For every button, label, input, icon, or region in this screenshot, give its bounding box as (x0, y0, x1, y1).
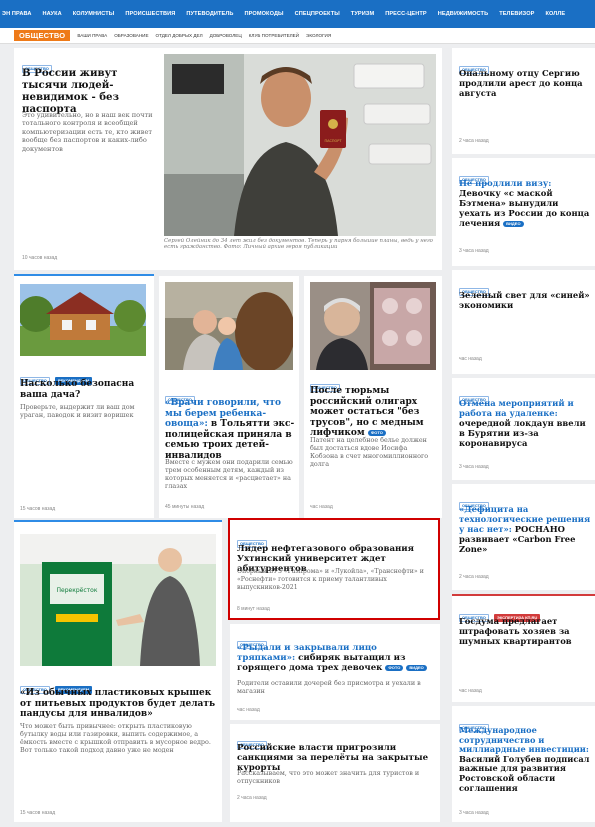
timestamp: час назад (459, 688, 482, 694)
article-card[interactable]: ОБЩЕСТВО «Рыдали и закрывали лицо тряпка… (230, 624, 440, 720)
house-photo (20, 284, 146, 356)
article-title[interactable]: После тюрьмы российский олигарх может ос… (310, 386, 440, 439)
article-lead: Это удивительно, но в наш век почти тота… (22, 111, 153, 153)
article-card[interactable]: Перекрёсток ОБЩЕСТВО РЕКОМЕНДУЕМ «Из обы… (14, 520, 222, 822)
subnav-item[interactable]: КЛУБ ПОТРЕБИТЕЛЕЙ (249, 33, 299, 38)
article-lead: Опорный ВУЗ «Газпрома» и «Лукойла», «Тра… (237, 568, 424, 591)
nav-item[interactable]: ПУТЕВОДИТЕЛЬ (186, 11, 233, 17)
highlighted-article-card[interactable]: ОБЩЕСТВО Лидер нефтегазового образования… (228, 518, 440, 620)
article-title[interactable]: «Дефицита на технологические решения у н… (459, 504, 593, 554)
article-lead: Патент на целебное белье должен был дост… (310, 436, 429, 468)
timestamp: час назад (310, 504, 333, 510)
nav-item[interactable]: НЕДВИЖИМОСТЬ (438, 11, 488, 17)
article-lead: Проверьте, выдержит ли ваш дом ураган, п… (20, 403, 135, 419)
nav-item[interactable]: ТУРИЗМ (351, 11, 374, 17)
timestamp: 3 часа назад (459, 810, 489, 816)
article-title[interactable]: «Рыдали и закрывали лицо тряпками»: сиби… (237, 643, 437, 673)
article-title[interactable]: «Из обычных пластиковых крышек от питьев… (20, 688, 216, 720)
top-navigation: ЭН ПРАВА НАУКА КОЛУМНИСТЫ ПРОИСШЕСТВИЯ П… (0, 0, 595, 28)
sidebar-article[interactable]: ОБЩЕСТВО Отмена мероприятий и работа на … (452, 378, 595, 480)
article-lead: Что может быть привычнее: открыть пласти… (20, 722, 211, 754)
nav-item[interactable]: ТЕЛЕВИЗОР (499, 11, 534, 17)
photo-caption: Сергей Олейник до 34 лет жил без докумен… (164, 238, 433, 251)
photo-badge: ФОТО (367, 429, 386, 436)
nav-item[interactable]: НАУКА (42, 11, 61, 17)
subnav-item[interactable]: ДОБРОВОЛЕЦ (210, 33, 242, 38)
nav-item[interactable]: КОЛЛЕ (545, 11, 565, 17)
timestamp: час назад (237, 707, 260, 713)
article-title[interactable]: Насколько безопасна ваша дача? (20, 379, 148, 400)
sidebar-article[interactable]: ОБЩЕСТВО Не продлили визу: Девочку «с ма… (452, 158, 595, 266)
sidebar-article[interactable]: ОБЩЕСТВО Опальному отцу Сергию продлили … (452, 48, 595, 154)
main-feature-card[interactable]: ОБЩЕСТВО В России живут тысячи людей-нев… (14, 48, 442, 270)
article-photo[interactable] (165, 282, 293, 370)
article-title[interactable]: «Врачи говорили, что мы берем ребенка-ов… (165, 398, 295, 461)
horse-photo (165, 282, 293, 370)
article-photo[interactable] (310, 282, 436, 370)
timestamp: 15 часов назад (20, 506, 56, 512)
nav-item[interactable]: ПРОИСШЕСТВИЯ (125, 11, 175, 17)
sidebar-article[interactable]: ОБЩЕСТВО Международное сотрудничество и … (452, 706, 595, 822)
timestamp: 3 часа назад (459, 248, 489, 254)
timestamp: 45 минуты назад (165, 504, 205, 510)
article-card[interactable]: ОБЩЕСТВО После тюрьмы российский олигарх… (304, 276, 442, 518)
store-brand-label: Перекрёсток (57, 587, 98, 594)
timestamp: 15 часов назад (20, 810, 56, 816)
section-subnav: ОБЩЕСТВО ВАШИ ПРАВА ОБРАЗОВАНИЕ ОТДЕЛ ДО… (0, 28, 595, 44)
sidebar-article[interactable]: ОБЩЕСТВО «Дефицита на технологические ре… (452, 484, 595, 590)
nav-item[interactable]: ПРОМОКОДЫ (245, 11, 284, 17)
article-title[interactable]: Зеленый свет для «синей» экономики (459, 290, 591, 310)
timestamp: 10 часов назад (22, 255, 58, 261)
article-lead: Вместе с мужем они подарили семью трем о… (165, 458, 293, 490)
nav-item[interactable]: КОЛУМНИСТЫ (73, 11, 115, 17)
timestamp: 2 часа назад (459, 138, 489, 144)
timestamp: 2 часа назад (459, 574, 489, 580)
article-photo[interactable] (20, 284, 146, 356)
sidebar-article[interactable]: ОБЩЕСТВО ЭКСПЕРТИЗА КП.RU Госдума предла… (452, 594, 595, 702)
article-photo[interactable]: Перекрёсток (20, 534, 216, 666)
recycling-machine-photo: Перекрёсток (20, 534, 216, 666)
article-lead: Родители оставили дочерей без присмотра … (237, 679, 421, 695)
nav-item[interactable]: ЭН ПРАВА (2, 11, 31, 17)
video-badge: ВИДЕО (503, 220, 524, 227)
subnav-item[interactable]: ВАШИ ПРАВА (77, 33, 107, 38)
timestamp: 3 часа назад (459, 464, 489, 470)
nav-item[interactable]: СПЕЦПРОЕКТЫ (295, 11, 340, 17)
oligarch-photo (310, 282, 436, 370)
article-title[interactable]: Международное сотрудничество и миллиардн… (459, 725, 593, 793)
article-title[interactable]: В России живут тысячи людей-невидимок - … (22, 67, 162, 115)
timestamp: 8 минут назад (237, 606, 270, 612)
article-title[interactable]: Опальному отцу Сергию продлили арест до … (459, 68, 591, 98)
subnav-item[interactable]: ОТДЕЛ ДОБРЫХ ДЕЛ (156, 33, 203, 38)
photo-badge: ФОТО (385, 664, 404, 671)
article-card[interactable]: ОБЩЕСТВО РЕКОМЕНДУЕМ Насколько безопасна… (14, 274, 154, 518)
subnav-item[interactable]: ОБРАЗОВАНИЕ (114, 33, 148, 38)
timestamp: 2 часа назад (237, 795, 267, 801)
article-lead: Рассказываем, что это может значить для … (237, 769, 420, 785)
article-title[interactable]: Госдума предлагает штрафовать хозяев за … (459, 616, 591, 646)
selfie-photo: ПАСПОРТ (164, 54, 436, 236)
subnav-item[interactable]: ЭКОЛОГИЯ (306, 33, 331, 38)
video-badge: ВИДЕО (406, 664, 427, 671)
article-title[interactable]: Отмена мероприятий и работа на удаленке:… (459, 398, 591, 448)
nav-item[interactable]: ПРЕСС-ЦЕНТР (385, 11, 427, 17)
main-photo[interactable]: ПАСПОРТ (164, 54, 436, 236)
article-card[interactable]: ОБЩЕСТВО Российские власти пригрозили са… (230, 724, 440, 822)
section-title[interactable]: ОБЩЕСТВО (14, 30, 71, 41)
sidebar-article[interactable]: ОБЩЕСТВО Зеленый свет для «синей» эконом… (452, 270, 595, 374)
article-title[interactable]: Не продлили визу: Девочку «с маской Бэтм… (459, 178, 591, 228)
passport-label: ПАСПОРТ (324, 139, 342, 143)
timestamp: час назад (459, 356, 482, 362)
article-card[interactable]: ОБЩЕСТВО «Врачи говорили, что мы берем р… (159, 276, 299, 518)
